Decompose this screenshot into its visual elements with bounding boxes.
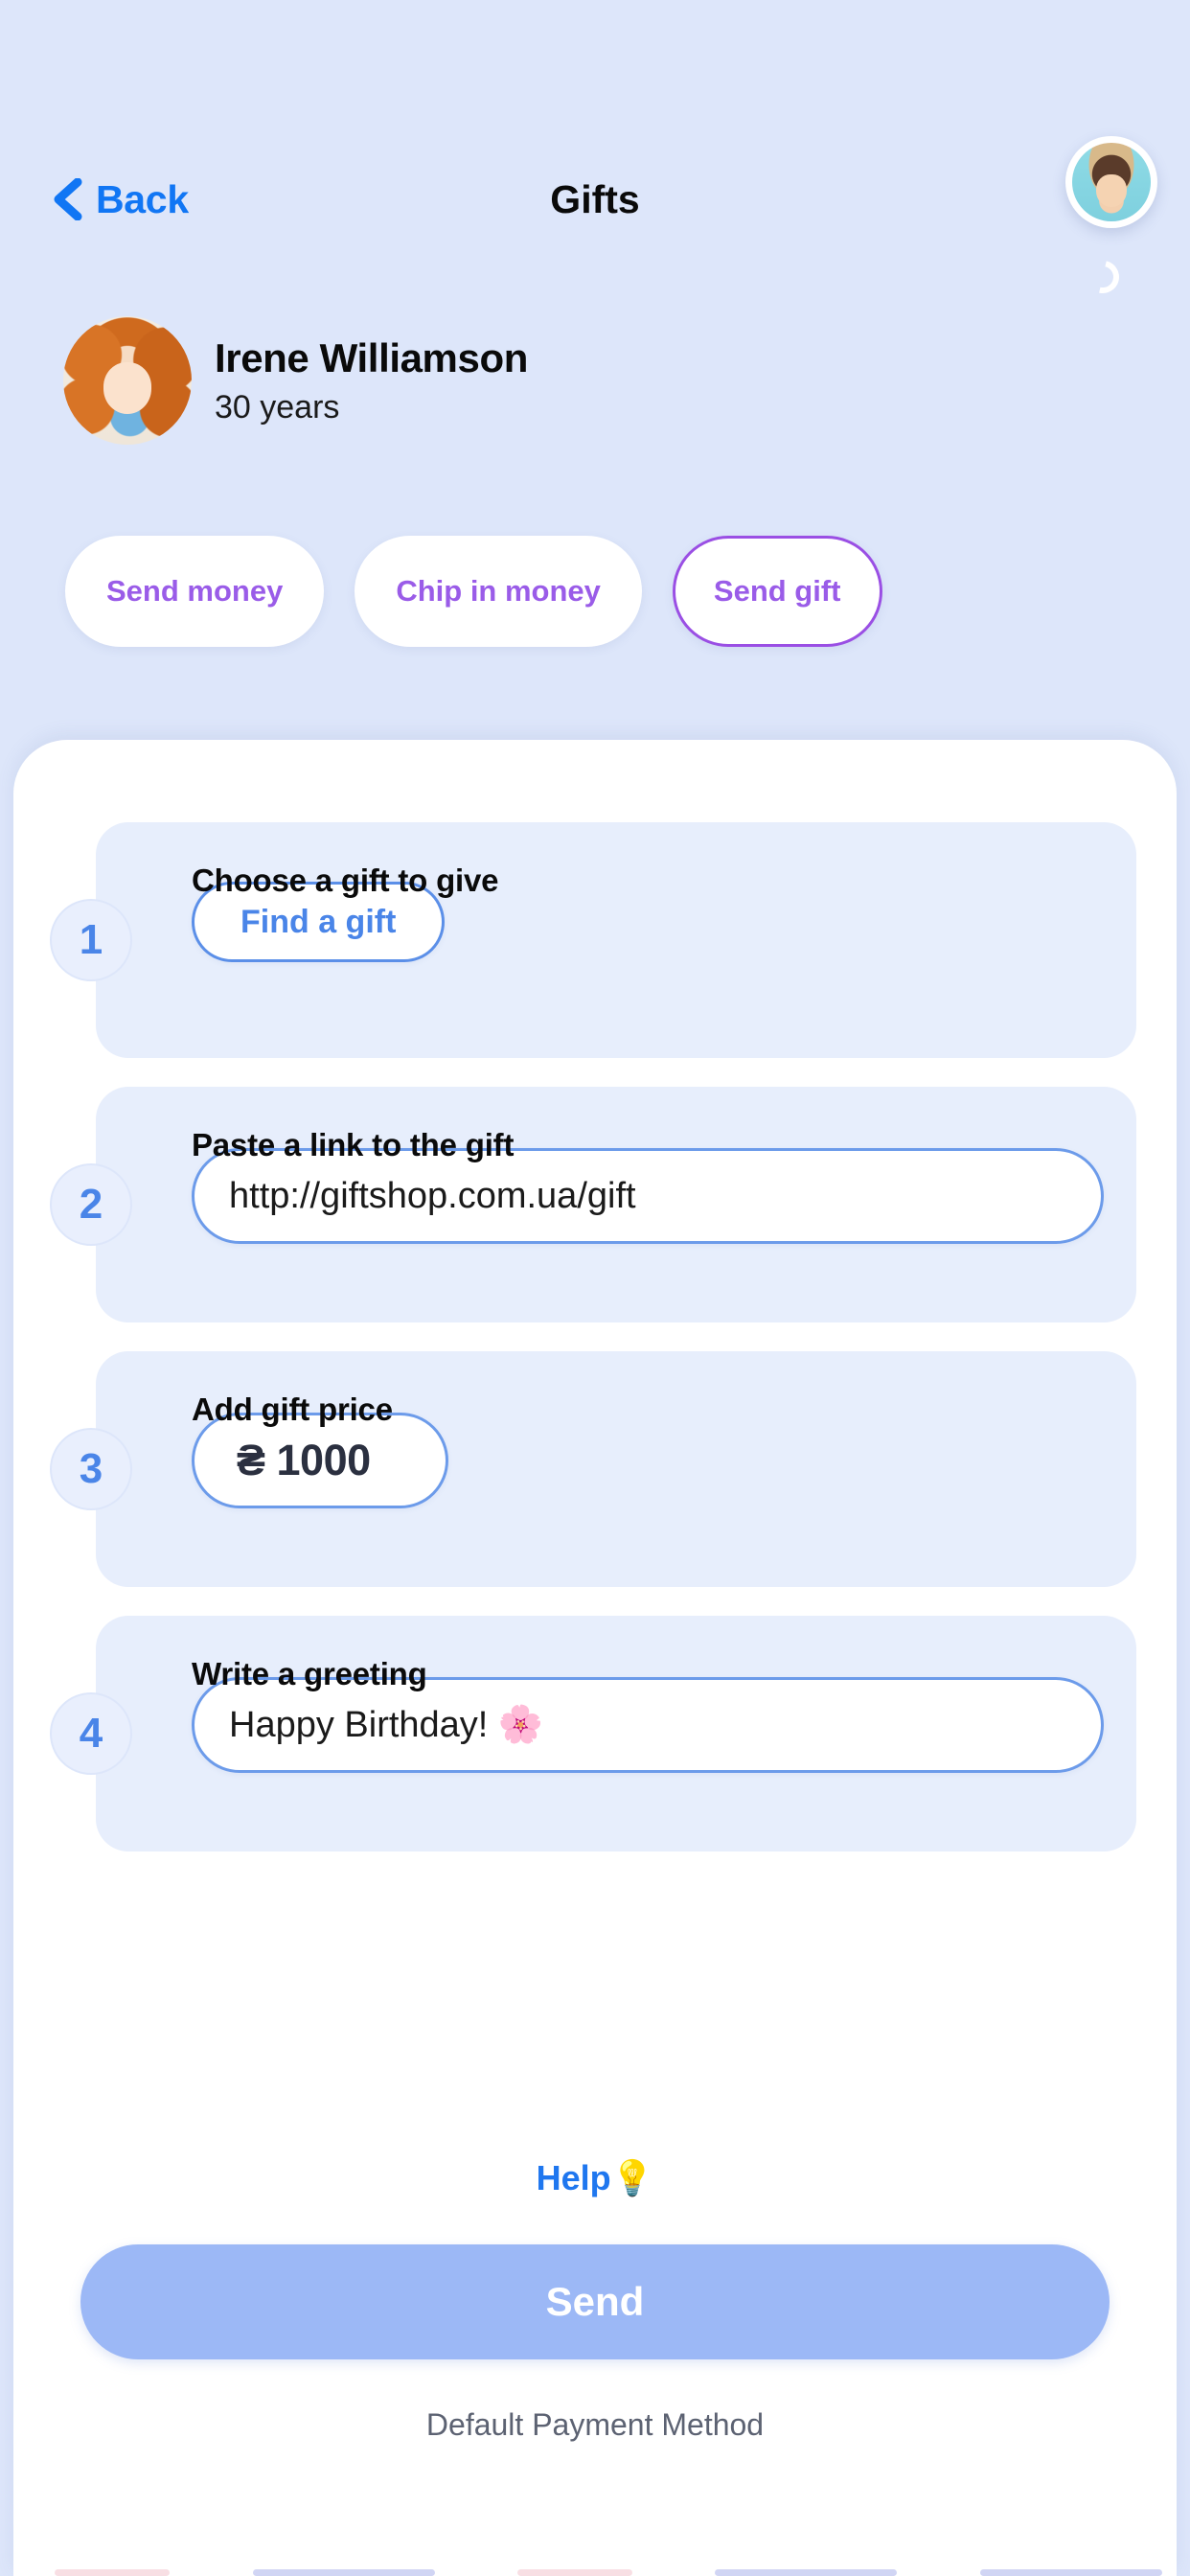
- action-tabs: Send money Chip in money Send gift: [0, 535, 1190, 648]
- step-1: Choose a gift to give Find a gift 1: [13, 822, 1177, 1058]
- page-title: Gifts: [550, 176, 640, 221]
- step-3-body: Add gift price ₴ 1000: [192, 1392, 1104, 1508]
- step-3-title: Add gift price: [192, 1392, 393, 1427]
- bottom-nav-item[interactable]: [715, 2569, 898, 2576]
- tab-send-gift[interactable]: Send gift: [672, 536, 882, 647]
- step-4-card: Write a greeting Happy Birthday! 🌸: [96, 1616, 1136, 1852]
- step-3: Add gift price ₴ 1000 3: [13, 1351, 1177, 1587]
- step-4-body: Write a greeting Happy Birthday! 🌸: [192, 1656, 1104, 1773]
- step-4: Write a greeting Happy Birthday! 🌸 4: [13, 1616, 1177, 1852]
- step-1-title: Choose a gift to give: [192, 862, 499, 898]
- avatar: [63, 316, 192, 445]
- lightbulb-icon: 💡: [610, 2158, 654, 2197]
- contact-profile: Irene Williamson 30 years: [63, 316, 528, 445]
- bottom-nav-item[interactable]: [55, 2569, 171, 2576]
- header-region: Back Gifts Irene Williamson 30 years Sen…: [0, 0, 1190, 748]
- contact-age: 30 years: [215, 388, 340, 426]
- navigation-bar: Back Gifts: [0, 171, 1190, 228]
- contact-name: Irene Williamson: [215, 334, 528, 380]
- bottom-nav-item[interactable]: [252, 2569, 435, 2576]
- step-3-number: 3: [50, 1428, 132, 1510]
- bottom-nav-item[interactable]: [516, 2569, 632, 2576]
- step-4-number: 4: [50, 1692, 132, 1775]
- tab-send-money[interactable]: Send money: [65, 536, 325, 647]
- contact-profile-text: Irene Williamson 30 years: [215, 335, 528, 426]
- step-2-body: Paste a link to the gift http://giftshop…: [192, 1127, 1104, 1244]
- bottom-navigation-bar[interactable]: [13, 2561, 1190, 2576]
- step-2: Paste a link to the gift http://giftshop…: [13, 1087, 1177, 1322]
- step-2-number: 2: [50, 1163, 132, 1246]
- gift-steps-list: Choose a gift to give Find a gift 1 Past…: [13, 822, 1177, 1880]
- step-3-card: Add gift price ₴ 1000: [96, 1351, 1136, 1587]
- step-2-title: Paste a link to the gift: [192, 1127, 515, 1162]
- step-1-number: 1: [50, 899, 132, 981]
- payment-method-label[interactable]: Default Payment Method: [13, 2407, 1177, 2443]
- account-avatar[interactable]: [1065, 136, 1157, 228]
- avatar-progress-arc: [1080, 254, 1126, 300]
- app-screen: Back Gifts Irene Williamson 30 years Sen…: [0, 0, 1190, 2576]
- step-4-title: Write a greeting: [192, 1656, 427, 1691]
- send-button[interactable]: Send: [80, 2244, 1110, 2359]
- help-link[interactable]: Help💡: [13, 2158, 1177, 2198]
- help-label: Help: [536, 2158, 611, 2197]
- step-1-body: Choose a gift to give Find a gift: [192, 862, 1104, 962]
- step-2-card: Paste a link to the gift http://giftshop…: [96, 1087, 1136, 1322]
- step-1-card: Choose a gift to give Find a gift: [96, 822, 1136, 1058]
- tab-chip-in-money[interactable]: Chip in money: [355, 536, 642, 647]
- account-avatar-photo: [1072, 143, 1151, 221]
- content-sheet: Choose a gift to give Find a gift 1 Past…: [13, 740, 1177, 2576]
- bottom-nav-item[interactable]: [979, 2569, 1162, 2576]
